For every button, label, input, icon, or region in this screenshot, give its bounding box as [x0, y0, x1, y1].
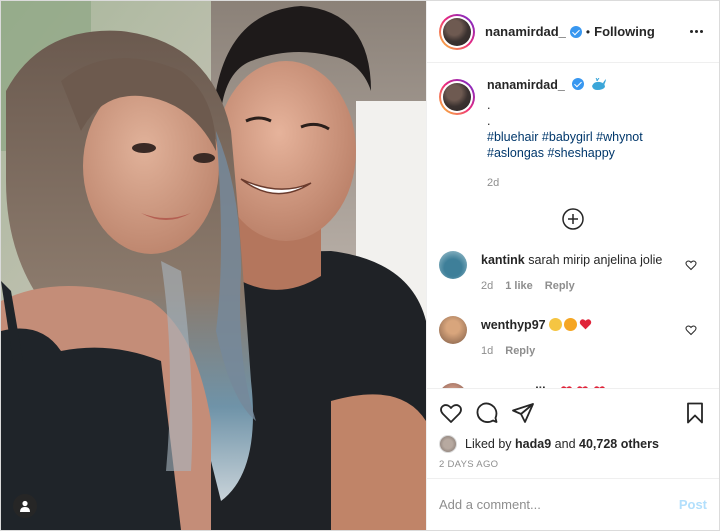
share-paper-plane-icon[interactable] — [511, 401, 535, 425]
person-icon — [20, 500, 30, 512]
caption-line: . — [487, 114, 491, 128]
commenter-username[interactable]: wenthyp97 — [481, 318, 546, 332]
tagged-users-button[interactable] — [13, 494, 37, 518]
comment-item: agnesmalikx — [427, 377, 719, 388]
photo-illustration — [1, 1, 426, 530]
comment-text: sarah mirip anjelina jolie — [528, 253, 663, 267]
comment-time[interactable]: 1d — [481, 343, 493, 359]
red-heart-emoji-icon — [577, 386, 588, 388]
hashtag-link[interactable]: #sheshappy — [547, 146, 614, 160]
reply-button[interactable]: Reply — [505, 343, 535, 359]
author-username[interactable]: nanamirdad_ — [485, 24, 566, 39]
commenter-username[interactable]: kantink — [481, 253, 525, 267]
liker-username[interactable]: hada9 — [515, 437, 551, 451]
hashtag-link[interactable]: #whynot — [596, 130, 643, 144]
post-photo[interactable] — [1, 1, 426, 530]
post-header: nanamirdad_ • Following — [427, 1, 719, 63]
caption-line: . — [487, 98, 491, 112]
like-comment-heart-icon[interactable] — [685, 324, 697, 336]
posted-time[interactable]: 2 DAYS AGO — [427, 455, 719, 478]
comment-item: kantink sarah mirip anjelina jolie 2d 1 … — [427, 245, 719, 300]
liker-avatar[interactable] — [439, 435, 457, 453]
post-footer: Liked by hada9 and 40,728 others 2 DAYS … — [427, 388, 719, 530]
header-separator: • — [585, 24, 591, 39]
whale-emoji-icon — [591, 77, 606, 90]
red-heart-emoji-icon — [579, 319, 592, 330]
likes-count-link[interactable]: 40,728 others — [579, 437, 659, 451]
red-heart-emoji-icon — [560, 386, 572, 388]
more-options-icon[interactable] — [686, 26, 707, 37]
post-caption: nanamirdad_ . . #bluehair #babygirl #why… — [427, 63, 719, 191]
hashtag-link[interactable]: #bluehair — [487, 130, 538, 144]
post-comment-button[interactable]: Post — [679, 497, 707, 512]
action-bar — [427, 389, 719, 433]
like-comment-heart-icon[interactable] — [685, 259, 697, 271]
hashtag-link[interactable]: #babygirl — [542, 130, 593, 144]
like-heart-icon[interactable] — [439, 401, 463, 425]
comment-bubble-icon[interactable] — [475, 401, 499, 425]
star-struck-emoji-icon — [564, 318, 578, 331]
red-heart-emoji-icon — [593, 386, 605, 388]
caption-author-avatar[interactable] — [439, 79, 475, 115]
comment-likes[interactable]: 1 like — [505, 278, 533, 294]
commenter-avatar[interactable] — [439, 251, 467, 279]
post-modal: nanamirdad_ • Following nanamirdad_ . . … — [0, 0, 720, 531]
comment-time[interactable]: 2d — [481, 278, 493, 294]
author-avatar[interactable] — [439, 13, 475, 50]
caption-username[interactable]: nanamirdad_ — [487, 78, 565, 92]
likes-summary: Liked by hada9 and 40,728 others — [427, 433, 719, 455]
comments-scroll-area[interactable]: nanamirdad_ . . #bluehair #babygirl #why… — [427, 63, 719, 388]
save-bookmark-icon[interactable] — [683, 401, 707, 425]
commenter-username[interactable]: agnesmalikx — [481, 385, 556, 388]
likes-prefix: Liked by — [465, 437, 512, 451]
following-button[interactable]: Following — [594, 24, 655, 39]
hashtag-link[interactable]: #aslongas — [487, 146, 544, 160]
verified-badge-icon — [569, 25, 582, 38]
load-more-comments-button[interactable] — [427, 207, 719, 231]
crying-face-emoji-icon — [549, 318, 563, 331]
caption-time[interactable]: 2d — [487, 175, 643, 191]
add-comment-section: Post — [427, 478, 719, 530]
likes-connector: and — [554, 437, 576, 451]
comment-input[interactable] — [439, 497, 671, 512]
comment-item: wenthyp97 1d Reply — [427, 310, 719, 365]
reply-button[interactable]: Reply — [545, 278, 575, 294]
plus-circle-icon — [562, 208, 584, 230]
commenter-avatar[interactable] — [439, 383, 467, 388]
commenter-avatar[interactable] — [439, 316, 467, 344]
post-details-panel: nanamirdad_ • Following nanamirdad_ . . … — [426, 1, 719, 530]
verified-badge-icon — [572, 78, 585, 90]
